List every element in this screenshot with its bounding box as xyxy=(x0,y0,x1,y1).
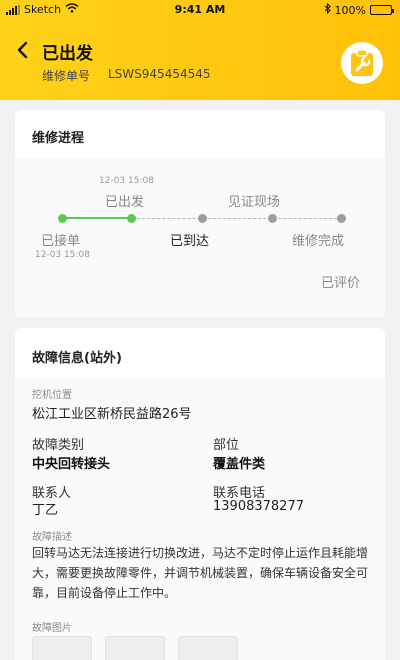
bluetooth-icon xyxy=(324,2,331,17)
fault-images-label: 故障图片 xyxy=(32,623,72,634)
fault-info-card: 故障信息(站外) 挖机位置 松江工业区新桥民益路26号 故障类别 中央回转接头 … xyxy=(15,328,385,660)
clipboard-wrench-icon xyxy=(351,49,373,76)
step-label-witness: 见证现场 xyxy=(228,195,281,210)
part-label: 部位 xyxy=(213,438,240,453)
fault-image-thumbnail[interactable] xyxy=(105,636,165,660)
battery-icon xyxy=(370,5,394,15)
step-label-accepted: 已接单 xyxy=(41,234,81,249)
progress-line-pending xyxy=(132,218,342,219)
step-time-departed: 12-03 15:08 xyxy=(99,176,154,186)
step-label-departed: 已出发 xyxy=(105,195,145,210)
progress-line-done xyxy=(62,217,132,219)
order-number-label: 维修单号 xyxy=(42,69,91,83)
fault-info-title: 故障信息(站外) xyxy=(32,351,122,366)
description-label: 故障描述 xyxy=(32,532,72,543)
repair-report-button[interactable] xyxy=(341,42,383,84)
step-dot-completed xyxy=(337,214,346,223)
chevron-left-icon xyxy=(17,41,28,59)
location-label: 挖机位置 xyxy=(32,390,72,401)
step-time-accepted: 12-03 15:08 xyxy=(35,250,90,260)
contact-value: 丁乙 xyxy=(32,503,59,518)
category-label: 故障类别 xyxy=(32,438,85,453)
step-dot-arrived xyxy=(198,214,207,223)
step-dot-witness xyxy=(268,214,277,223)
battery-percent: 100% xyxy=(334,3,366,17)
progress-card: 维修进程 12-03 15:08 已出发 见证现场 已接单 已到达 维修完成 1… xyxy=(15,110,385,318)
status-bar: Sketch 9:41 AM 100% xyxy=(0,0,400,20)
description-value: 回转马达无法连接进行切换改进，马达不定时停止运作且耗能增大，需要更换故障零件，并… xyxy=(32,546,369,600)
fault-image-thumbnail[interactable] xyxy=(178,636,238,660)
order-number: LSWS945454545 xyxy=(108,67,211,81)
step-dot-departed xyxy=(127,214,136,223)
step-label-arrived: 已到达 xyxy=(170,234,210,249)
step-label-completed: 维修完成 xyxy=(292,234,345,249)
page-title: 已出发 xyxy=(42,44,93,64)
step-dot-accepted xyxy=(58,214,67,223)
phone-value[interactable]: 13908378277 xyxy=(213,499,304,514)
fault-image-thumbnail[interactable] xyxy=(32,636,92,660)
review-status: 已评价 xyxy=(320,276,360,291)
location-value: 松江工业区新桥民益路26号 xyxy=(32,407,192,422)
header: Sketch 9:41 AM 100% 已出发 维修单号 LSWS9454545… xyxy=(0,0,400,100)
back-button[interactable] xyxy=(14,40,32,60)
category-value: 中央回转接头 xyxy=(32,457,111,472)
progress-title: 维修进程 xyxy=(32,131,85,146)
part-value: 覆盖件类 xyxy=(213,457,266,472)
